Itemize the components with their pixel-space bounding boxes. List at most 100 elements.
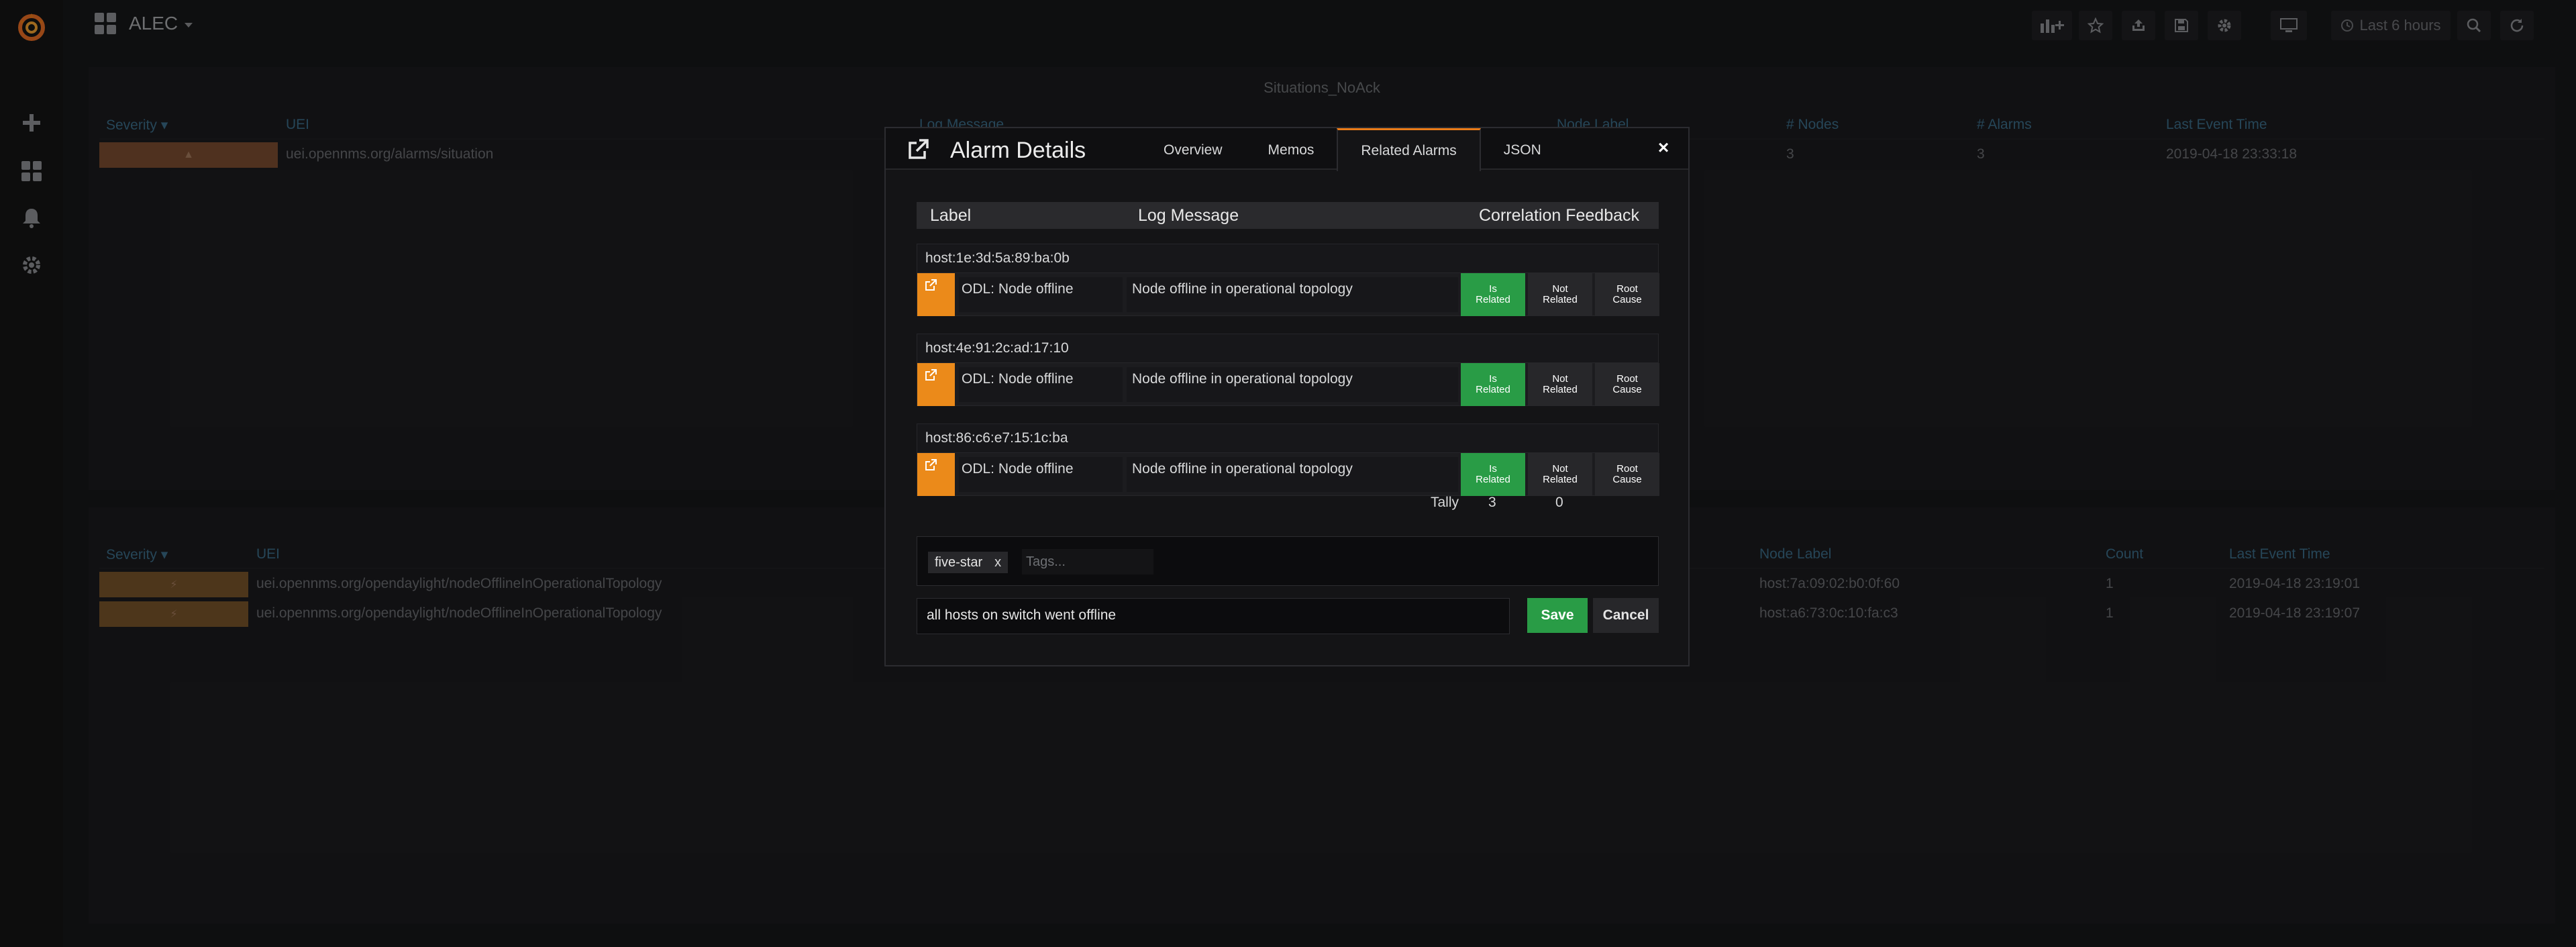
alarm-details-modal: Alarm Details Overview Memos Related Ala…: [884, 127, 1690, 666]
dashboards-icon[interactable]: [13, 153, 50, 189]
share-button[interactable]: [2122, 11, 2155, 40]
button-label-line2: Related: [1543, 474, 1578, 485]
root-cause-button[interactable]: Root Cause: [1595, 453, 1659, 496]
related-alarm-row: ODL: Node offline Node offline in operat…: [917, 363, 1659, 406]
tag-label: five-star: [935, 554, 983, 570]
button-label-line1: Root: [1616, 283, 1638, 295]
chevron-down-icon: [185, 22, 193, 28]
column-header-nodes[interactable]: # Nodes: [1786, 117, 1839, 133]
severity-badge: ⚡: [99, 601, 248, 627]
tag-remove-button[interactable]: x: [994, 555, 1001, 570]
root-cause-button[interactable]: Root Cause: [1595, 273, 1659, 316]
grafana-logo-icon[interactable]: [13, 9, 50, 46]
column-header-last-event-time[interactable]: Last Event Time: [2229, 546, 2330, 562]
alarm-log-message: Node offline in operational topology: [1127, 367, 1458, 402]
save-icon: [2175, 19, 2188, 32]
dashboard-grid-icon: [95, 13, 116, 34]
related-alarm-group: host:1e:3d:5a:89:ba:0b ODL: Node offline…: [917, 244, 1659, 316]
not-related-button[interactable]: Not Related: [1528, 273, 1592, 316]
host-header: host:1e:3d:5a:89:ba:0b: [917, 244, 1659, 273]
column-header-count[interactable]: Count: [2106, 546, 2143, 562]
search-icon: [2467, 18, 2481, 33]
not-related-button[interactable]: Not Related: [1528, 453, 1592, 496]
is-related-button[interactable]: Is Related: [1461, 453, 1525, 496]
save-button[interactable]: Save: [1527, 598, 1588, 633]
open-alarm-link[interactable]: [917, 453, 955, 496]
save-dashboard-button[interactable]: [2165, 11, 2198, 40]
related-alarms-content: Label Log Message Correlation Feedback h…: [917, 202, 1659, 634]
plus-icon[interactable]: [13, 105, 50, 141]
time-range-label: Last 6 hours: [2359, 17, 2441, 34]
column-header-uei[interactable]: UEI: [286, 117, 309, 133]
bell-icon[interactable]: [13, 200, 50, 236]
button-label-line1: Not: [1552, 463, 1568, 475]
open-alarm-link[interactable]: [917, 273, 955, 316]
gear-icon[interactable]: [13, 247, 50, 283]
column-header-severity[interactable]: Severity ▾: [106, 117, 168, 134]
cancel-button[interactable]: Cancel: [1593, 598, 1659, 633]
related-alarm-group: host:86:c6:e7:15:1c:ba ODL: Node offline…: [917, 423, 1659, 496]
add-panel-button[interactable]: [2032, 11, 2072, 40]
external-link-icon: [925, 459, 937, 470]
alarm-label: ODL: Node offline: [959, 457, 1123, 492]
dashboard-picker[interactable]: ALEC: [94, 12, 193, 35]
add-panel-icon: [2041, 19, 2064, 33]
modal-title: Alarm Details: [950, 138, 1086, 163]
not-related-button[interactable]: Not Related: [1528, 363, 1592, 406]
is-related-button[interactable]: Is Related: [1461, 273, 1525, 316]
column-header-severity[interactable]: Severity ▾: [106, 546, 168, 563]
tags-input[interactable]: Tags...: [1022, 549, 1153, 575]
last-event-cell: 2019-04-18 23:19:07: [2229, 605, 2360, 621]
button-label-line2: Related: [1543, 294, 1578, 305]
star-icon: [2088, 17, 2104, 34]
column-header-node-label[interactable]: Node Label: [1759, 546, 1831, 562]
column-header-alarms[interactable]: # Alarms: [1977, 117, 2032, 133]
external-link-icon: [925, 369, 937, 381]
tally-label: Tally: [1431, 495, 1459, 510]
column-header-uei[interactable]: UEI: [256, 546, 280, 562]
memo-input[interactable]: all hosts on switch went offline: [917, 598, 1510, 634]
tally-related-count: 3: [1488, 495, 1496, 510]
button-label-line1: Not: [1552, 283, 1568, 295]
star-button[interactable]: [2079, 11, 2112, 40]
button-label-line2: Cause: [1612, 384, 1642, 395]
host-label: host:1e:3d:5a:89:ba:0b: [925, 250, 1070, 266]
severity-badge: ⚡: [99, 572, 248, 597]
column-header-correlation-feedback: Correlation Feedback: [1479, 206, 1640, 225]
tally-row: Tally 3 0: [917, 495, 1659, 515]
button-label-line2: Cause: [1612, 294, 1642, 305]
refresh-button[interactable]: [2500, 11, 2534, 40]
time-picker-button[interactable]: Last 6 hours: [2331, 11, 2451, 40]
zoom-out-button[interactable]: [2457, 11, 2491, 40]
tab-overview[interactable]: Overview: [1141, 128, 1245, 170]
open-alarm-link[interactable]: [917, 363, 955, 406]
tab-memos[interactable]: Memos: [1245, 128, 1337, 170]
root-cause-button[interactable]: Root Cause: [1595, 363, 1659, 406]
tags-field[interactable]: five-star x Tags...: [917, 536, 1659, 586]
tab-related-alarms[interactable]: Related Alarms: [1337, 128, 1481, 171]
settings-button[interactable]: [2208, 11, 2241, 40]
close-button[interactable]: ×: [1653, 137, 1673, 158]
tab-json[interactable]: JSON: [1481, 128, 1564, 170]
last-event-cell: 2019-04-18 23:33:18: [2166, 146, 2297, 162]
column-header-label: Label: [930, 206, 972, 225]
monitor-icon: [2280, 18, 2298, 32]
uei-cell: uei.opennms.org/opendaylight/nodeOffline…: [256, 576, 662, 591]
alarm-label: ODL: Node offline: [959, 367, 1123, 402]
related-alarm-row: ODL: Node offline Node offline in operat…: [917, 273, 1659, 316]
top-navbar: ALEC Last 6 hours: [63, 0, 2576, 54]
nodes-cell: 3: [1786, 146, 1794, 162]
related-alarms-header: Label Log Message Correlation Feedback: [917, 202, 1659, 229]
uei-cell: uei.opennms.org/alarms/situation: [286, 146, 494, 162]
host-label: host:86:c6:e7:15:1c:ba: [925, 430, 1068, 446]
related-alarm-row: ODL: Node offline Node offline in operat…: [917, 453, 1659, 496]
bolt-icon: ⚡: [170, 609, 178, 620]
button-label-line1: Is: [1489, 373, 1497, 385]
tv-mode-button[interactable]: [2271, 11, 2307, 40]
button-label-line1: Is: [1489, 463, 1497, 475]
dashboard-name: ALEC: [129, 13, 178, 34]
column-header-last-event-time[interactable]: Last Event Time: [2166, 117, 2267, 133]
external-link-icon: [909, 139, 929, 159]
is-related-button[interactable]: Is Related: [1461, 363, 1525, 406]
button-label-line2: Related: [1476, 384, 1510, 395]
